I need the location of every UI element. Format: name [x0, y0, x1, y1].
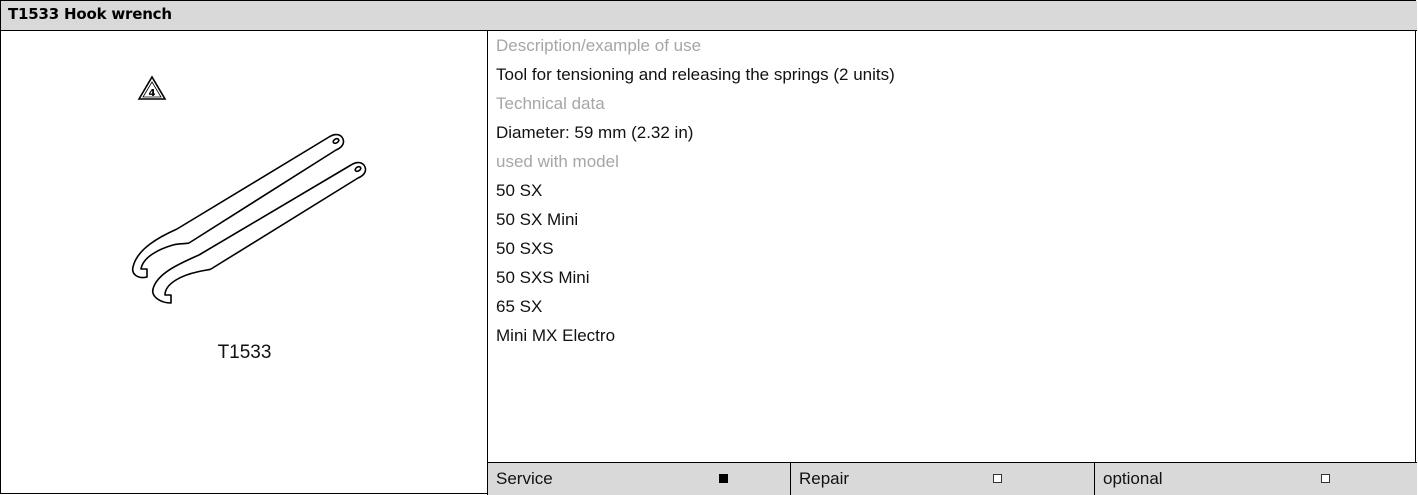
model-list-item: Mini MX Electro — [496, 326, 616, 345]
models-label: used with model — [496, 152, 619, 171]
optional-label: optional — [1103, 469, 1163, 488]
optional-cell: optional — [1095, 463, 1417, 495]
repair-label: Repair — [799, 469, 850, 488]
warning-triangle-icon: 4 — [137, 75, 167, 100]
technical-data-label: Technical data — [496, 94, 605, 113]
technical-data-value: Diameter: 59 mm (2.32 in) — [496, 123, 694, 142]
model-list-item: 50 SX — [496, 181, 543, 200]
service-label: Service — [496, 469, 553, 488]
tool-card: T1533 Hook wrench 4 T1533 Description/ex… — [0, 0, 1417, 495]
repair-checkbox[interactable] — [993, 474, 1002, 483]
model-list-item: 50 SXS — [496, 239, 554, 258]
description-label: Description/example of use — [496, 36, 702, 55]
svg-text:4: 4 — [149, 88, 156, 99]
tool-caption: T1533 — [217, 342, 272, 363]
usage-category-bar: Service Repair optional — [488, 462, 1417, 495]
description-value: Tool for tensioning and releasing the sp… — [496, 65, 895, 84]
optional-checkbox[interactable] — [1321, 474, 1330, 483]
service-cell: Service — [488, 463, 790, 495]
service-checkbox[interactable] — [719, 474, 728, 483]
tool-details-panel: Description/example of use Tool for tens… — [488, 31, 1417, 495]
model-list-item: 65 SX — [496, 297, 543, 316]
hook-wrench-icon — [131, 133, 367, 304]
tool-image-panel: 4 T1533 — [1, 31, 488, 495]
model-list-item: 50 SXS Mini — [496, 268, 590, 287]
tool-header: T1533 Hook wrench — [1, 1, 1417, 31]
repair-cell: Repair — [791, 463, 1094, 495]
model-list-item: 50 SX Mini — [496, 210, 579, 229]
tool-title: T1533 Hook wrench — [8, 5, 172, 23]
